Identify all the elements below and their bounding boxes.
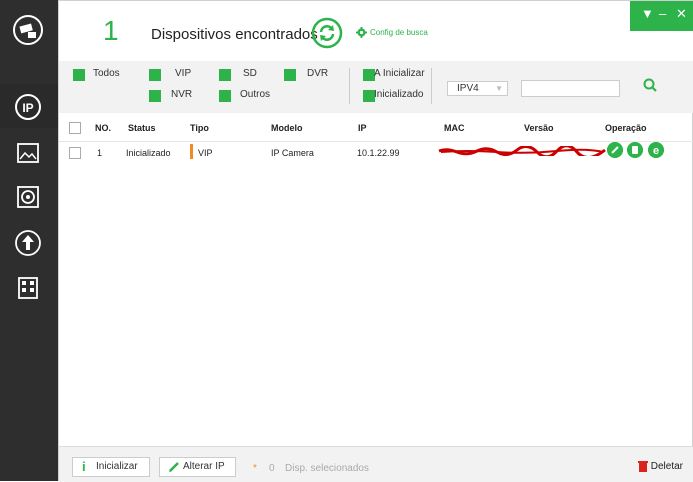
filter-outros-checkbox[interactable] — [219, 90, 231, 102]
initialize-button[interactable]: i Inicializar — [72, 457, 150, 477]
filter-a-inicializar-label: A Inicializar — [374, 68, 425, 79]
gear-icon — [356, 27, 367, 38]
footer: i Inicializar Alterar IP * 0 Disp. selec… — [59, 446, 693, 482]
change-ip-button[interactable]: Alterar IP — [159, 457, 236, 477]
select-all-checkbox[interactable] — [69, 122, 81, 134]
column-header-status[interactable]: Status — [128, 123, 156, 133]
config-search-link[interactable]: Config de busca — [356, 27, 428, 38]
filter-inicializado-label: Inicializado — [374, 89, 424, 100]
column-header-ip[interactable]: IP — [358, 123, 367, 133]
filter-vip-label: VIP — [175, 68, 192, 79]
ip-icon[interactable]: IP — [13, 92, 43, 122]
svg-text:e: e — [653, 145, 659, 157]
change-ip-label: Alterar IP — [183, 461, 225, 472]
edit-icon[interactable] — [607, 142, 623, 158]
initialize-label: Inicializar — [96, 461, 138, 472]
device-count: 1 — [103, 15, 119, 46]
row-checkbox[interactable] — [69, 147, 81, 159]
window-controls: ▼ – ✕ — [630, 1, 693, 31]
ip-version-value: IPV4 — [457, 83, 479, 94]
asterisk-icon: * — [253, 463, 257, 474]
close-button[interactable]: ✕ — [676, 6, 687, 22]
redaction-scribble — [438, 146, 606, 156]
filter-nvr-checkbox[interactable] — [149, 90, 161, 102]
menu-button[interactable]: ▼ — [641, 6, 654, 21]
column-header-versao[interactable]: Versão — [524, 123, 554, 133]
column-header-no[interactable]: NO. — [95, 123, 111, 133]
browser-icon[interactable]: e — [648, 142, 664, 158]
page-title: Dispositivos encontrados — [151, 26, 318, 43]
filter-sd-label: SD — [243, 68, 257, 79]
filter-nvr-label: NVR — [171, 89, 193, 100]
row-ip: 10.1.22.99 — [357, 148, 400, 158]
web-icon[interactable] — [627, 142, 643, 158]
disk-config-icon[interactable] — [13, 182, 43, 212]
config-search-label: Config de busca — [370, 28, 428, 37]
column-header-modelo[interactable]: Modelo — [271, 123, 303, 133]
filter-bar: Todos VIP SD DVR NVR Outros A Inicializa… — [59, 61, 693, 113]
pencil-icon — [169, 462, 179, 472]
filter-todos-checkbox[interactable] — [73, 69, 85, 81]
search-icon[interactable] — [642, 77, 658, 93]
main-panel: 1 Dispositivos encontrados Config de bus… — [58, 0, 693, 482]
filter-dvr-checkbox[interactable] — [284, 69, 296, 81]
delete-label: Deletar — [650, 460, 683, 472]
filter-vip-checkbox[interactable] — [149, 69, 161, 81]
row-modelo: IP Camera — [271, 148, 314, 158]
minimize-button[interactable]: – — [659, 6, 666, 21]
header: 1 Dispositivos encontrados Config de bus… — [59, 1, 693, 61]
header-divider — [59, 141, 693, 142]
filter-dvr-label: DVR — [307, 68, 329, 79]
divider — [349, 68, 350, 104]
column-header-operacao[interactable]: Operação — [605, 123, 647, 133]
trash-icon — [637, 461, 648, 472]
column-header-mac[interactable]: MAC — [444, 123, 465, 133]
row-no: 1 — [97, 148, 103, 158]
upgrade-icon[interactable] — [13, 228, 43, 258]
refresh-icon[interactable] — [311, 17, 343, 49]
image-edit-icon[interactable] — [13, 138, 43, 168]
camera-tool-icon[interactable] — [12, 14, 44, 46]
row-status: Inicializado — [126, 148, 171, 158]
divider — [431, 68, 432, 104]
chevron-down-icon: ▼ — [495, 84, 503, 93]
row-tipo: VIP — [198, 148, 213, 158]
svg-text:IP: IP — [22, 101, 33, 115]
delete-button[interactable]: Deletar — [637, 460, 683, 472]
selected-count: 0 — [269, 463, 275, 474]
ip-version-select[interactable]: IPV4 ▼ — [447, 81, 508, 96]
info-icon: i — [82, 459, 86, 474]
filter-outros-label: Outros — [240, 89, 271, 100]
selected-label: Disp. selecionados — [285, 463, 369, 474]
search-input[interactable] — [521, 80, 620, 97]
tipo-marker — [190, 144, 193, 159]
sidebar: IP — [0, 0, 58, 481]
building-icon[interactable] — [13, 272, 43, 302]
filter-sd-checkbox[interactable] — [219, 69, 231, 81]
column-header-tipo[interactable]: Tipo — [190, 123, 209, 133]
filter-todos-label: Todos — [93, 68, 120, 79]
